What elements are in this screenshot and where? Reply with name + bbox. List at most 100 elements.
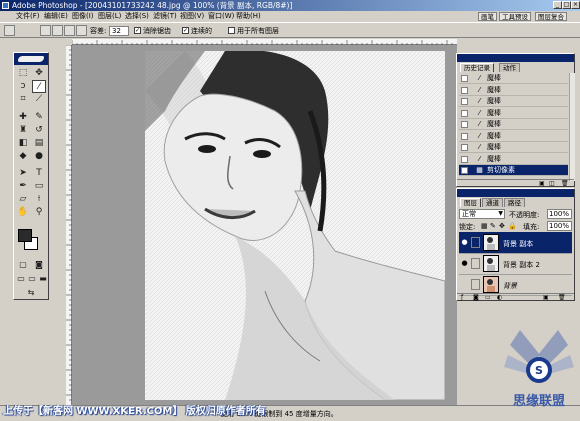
history-source-checkbox[interactable] xyxy=(461,132,468,140)
new-selection-button[interactable] xyxy=(40,25,51,36)
history-scrollbar[interactable] xyxy=(569,73,575,181)
history-source-checkbox[interactable] xyxy=(461,121,468,128)
menu-edit[interactable]: 编辑(E) xyxy=(44,11,68,22)
move-tool-icon[interactable]: ✥ xyxy=(32,67,46,80)
layer-row[interactable]: ● 背景 副本 2 xyxy=(459,253,572,275)
path-select-icon[interactable]: ➤ xyxy=(16,167,30,180)
jump-to-imageready-icon[interactable]: ⇆ xyxy=(24,286,38,299)
tab-actions[interactable]: 动作 xyxy=(499,63,520,72)
history-source-checkbox[interactable] xyxy=(461,155,468,163)
foreground-color-swatch[interactable] xyxy=(18,229,32,242)
trash-icon[interactable]: 🗑 xyxy=(561,180,569,187)
adjustment-layer-icon[interactable]: ◐ xyxy=(497,294,502,301)
fill-input[interactable]: 100% xyxy=(547,221,572,231)
notes-tool-icon[interactable]: ▱ xyxy=(16,193,30,206)
document-image[interactable] xyxy=(145,51,445,400)
eyedropper-tool-icon[interactable]: ⟊ xyxy=(32,193,46,206)
quick-mask-icon[interactable]: ◙ xyxy=(32,258,46,271)
antialias-checkbox[interactable]: ✓ xyxy=(134,27,141,34)
add-selection-button[interactable] xyxy=(52,25,63,36)
eraser-tool-icon[interactable]: ◧ xyxy=(16,137,30,150)
tab-layers[interactable]: 图层 xyxy=(460,198,481,207)
history-item[interactable]: ⁄ 魔棒 xyxy=(459,154,568,165)
gradient-tool-icon[interactable]: ▤ xyxy=(32,137,46,150)
opacity-input[interactable]: 100% xyxy=(547,209,572,219)
menu-select[interactable]: 选择(S) xyxy=(125,11,149,22)
menu-filter[interactable]: 滤镜(T) xyxy=(153,11,177,22)
menu-view[interactable]: 视图(V) xyxy=(180,11,204,22)
history-source-checkbox[interactable] xyxy=(461,86,468,94)
tab-history[interactable]: 历史记录 xyxy=(460,63,494,72)
menu-file[interactable]: 文件(F) xyxy=(16,11,40,22)
history-source-checkbox[interactable] xyxy=(461,167,468,174)
visibility-eye-icon[interactable]: ● xyxy=(461,239,468,246)
crop-tool-icon[interactable]: ⌗ xyxy=(16,93,30,106)
history-item[interactable]: ⁄ 魔棒 xyxy=(459,119,568,130)
type-tool-icon[interactable]: T xyxy=(32,167,46,180)
clone-stamp-icon[interactable]: ♜ xyxy=(16,124,30,137)
layer-link-slot[interactable] xyxy=(471,237,480,248)
history-source-checkbox[interactable] xyxy=(461,75,468,82)
layer-row[interactable]: ● 背景 副本 xyxy=(459,232,572,254)
history-source-checkbox[interactable] xyxy=(461,109,468,117)
zoom-tool-icon[interactable]: ⚲ xyxy=(32,206,46,219)
lock-move-icon[interactable]: ✥ xyxy=(499,222,505,230)
history-item[interactable]: ⁄ 魔棒 xyxy=(459,85,568,96)
menu-layer[interactable]: 图层(L) xyxy=(98,11,121,22)
slice-tool-icon[interactable]: ⟋ xyxy=(32,93,46,106)
history-item[interactable]: ⁄ 魔棒 xyxy=(459,96,568,107)
layer-mask-icon[interactable]: ◙ xyxy=(473,294,479,301)
tab-brushes[interactable]: 画笔 xyxy=(478,12,497,21)
layer-style-icon[interactable]: ƒ xyxy=(461,294,463,301)
lock-paint-icon[interactable]: ✎ xyxy=(490,222,496,230)
brush-tool-icon[interactable]: ✎ xyxy=(32,111,46,124)
layer-link-slot[interactable] xyxy=(471,279,480,290)
pen-tool-icon[interactable]: ✒ xyxy=(16,180,30,193)
subtract-selection-button[interactable] xyxy=(64,25,75,36)
tab-paths[interactable]: 路径 xyxy=(504,198,525,207)
layer-link-slot[interactable] xyxy=(471,258,480,269)
blur-tool-icon[interactable]: ◆ xyxy=(16,150,30,163)
new-group-icon[interactable]: ▭ xyxy=(485,294,491,301)
snapshot-icon[interactable]: ◫ xyxy=(549,180,555,187)
menu-help[interactable]: 帮助(H) xyxy=(236,11,261,22)
all-layers-checkbox[interactable] xyxy=(228,27,235,34)
tab-channels[interactable]: 通道 xyxy=(482,198,503,207)
tab-tool-presets[interactable]: 工具预设 xyxy=(499,12,531,21)
history-item[interactable]: ⁄ 魔棒 xyxy=(459,131,568,142)
dodge-tool-icon[interactable]: ● xyxy=(32,150,46,163)
shape-tool-icon[interactable]: ▭ xyxy=(32,180,46,193)
lock-all-icon[interactable]: 🔒 xyxy=(508,222,517,230)
history-item[interactable]: ▦ 剪切像素 xyxy=(459,165,568,176)
delete-layer-icon[interactable]: 🗑 xyxy=(558,294,566,301)
new-document-icon[interactable]: ▣ xyxy=(539,180,545,187)
lasso-tool-icon[interactable]: ↄ xyxy=(16,80,30,93)
history-brush-icon[interactable]: ↺ xyxy=(32,124,46,137)
hand-tool-icon[interactable]: ✋ xyxy=(16,206,30,219)
marquee-tool-icon[interactable]: ⬚ xyxy=(16,67,30,80)
screen-mode-3-icon[interactable]: ▬ xyxy=(36,272,50,285)
visibility-eye-icon[interactable]: ● xyxy=(461,260,468,267)
lock-transparency-icon[interactable]: ▦ xyxy=(481,222,488,230)
tool-preset-picker[interactable] xyxy=(4,25,15,36)
menu-window[interactable]: 窗口(W) xyxy=(208,11,234,22)
tolerance-input[interactable]: 32 xyxy=(109,26,129,36)
tab-layer-comps[interactable]: 图层复合 xyxy=(535,12,567,21)
history-item[interactable]: ⁄ 魔棒 xyxy=(459,108,568,119)
intersect-selection-button[interactable] xyxy=(76,25,87,36)
close-button[interactable]: × xyxy=(571,1,580,9)
magic-wand-tool-icon[interactable]: ⁄ xyxy=(32,80,46,93)
history-item[interactable]: ⁄ 魔棒 xyxy=(459,73,568,84)
history-source-checkbox[interactable] xyxy=(461,98,468,105)
history-source-checkbox[interactable] xyxy=(461,144,468,151)
maximize-button[interactable]: □ xyxy=(562,1,571,9)
contiguous-checkbox[interactable]: ✓ xyxy=(182,27,189,34)
healing-brush-icon[interactable]: ✚ xyxy=(16,111,30,124)
new-layer-icon[interactable]: ▣ xyxy=(543,294,549,301)
minimize-button[interactable]: _ xyxy=(553,1,562,9)
history-item[interactable]: ⁄ 魔棒 xyxy=(459,142,568,153)
menu-image[interactable]: 图像(I) xyxy=(72,11,94,22)
blend-mode-select[interactable]: 正常 ▼ xyxy=(459,209,505,219)
standard-mode-icon[interactable]: ▢ xyxy=(16,258,30,271)
visibility-eye-icon[interactable] xyxy=(461,281,468,288)
